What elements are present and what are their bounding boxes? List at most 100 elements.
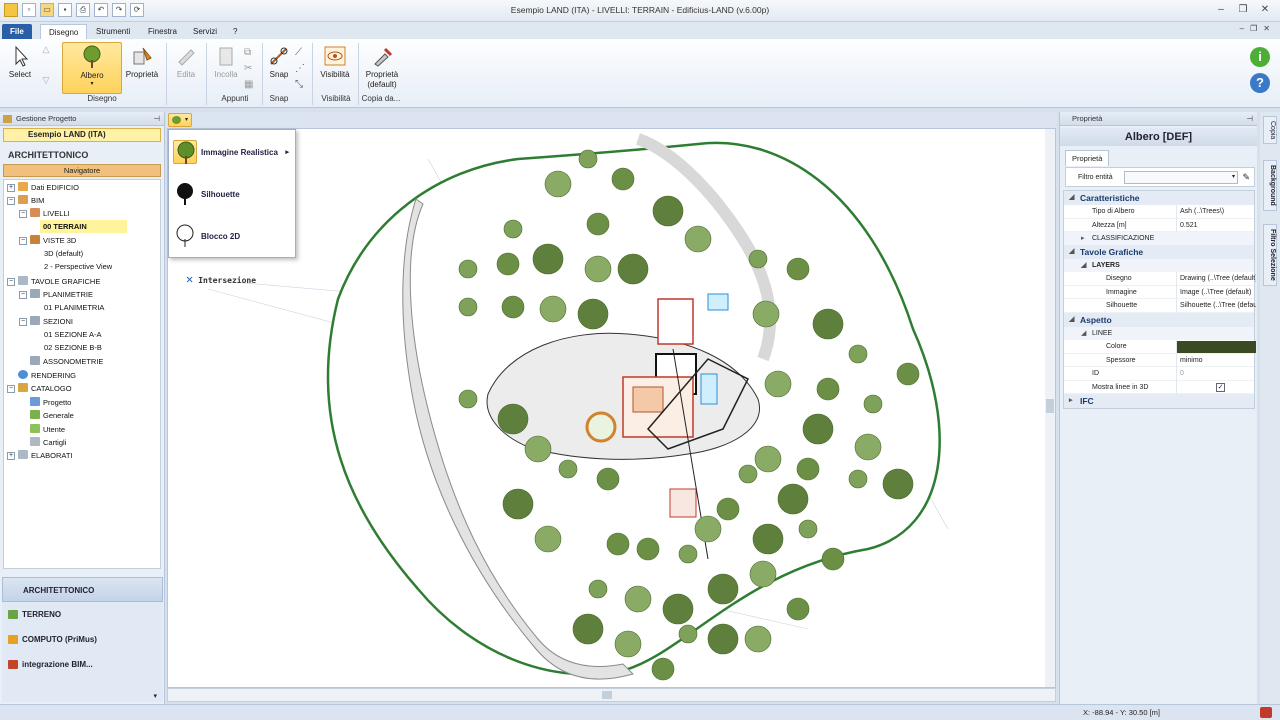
side-tab-copia[interactable]: Copia <box>1263 116 1277 145</box>
menu-item-immagine-realistica[interactable]: Immagine Realistica ▸ <box>169 132 295 172</box>
tree-symbol[interactable] <box>694 515 722 543</box>
tree-symbol[interactable] <box>764 370 792 398</box>
tree-symbol[interactable] <box>777 483 809 515</box>
tree-item-sezione-b[interactable]: 02 SEZIONE B-B <box>44 341 102 354</box>
property-immagine[interactable]: Immagine Image (..\Tree (default) <box>1064 285 1256 300</box>
category-ifc[interactable]: ▸ IFC <box>1064 394 1254 409</box>
info-icon[interactable]: i <box>1250 47 1270 67</box>
vscroll-thumb[interactable] <box>1046 399 1054 413</box>
tree-symbol[interactable] <box>502 488 534 520</box>
tree-symbol[interactable] <box>503 219 523 239</box>
tree-symbol[interactable] <box>716 497 740 521</box>
tree-symbol[interactable] <box>854 433 882 461</box>
tree-item-sezione-a[interactable]: 01 SEZIONE A-A <box>44 328 102 341</box>
tree-symbol[interactable] <box>684 225 712 253</box>
tree-symbol[interactable] <box>577 298 609 330</box>
category-tavole-grafiche[interactable]: ◢ Tavole Grafiche <box>1064 245 1254 260</box>
expand-icon[interactable]: + <box>7 184 15 192</box>
property-disegno[interactable]: Disegno Drawing (..\Tree (default) <box>1064 272 1256 286</box>
status-app-icon[interactable] <box>1260 707 1272 718</box>
tree-symbol[interactable] <box>611 167 635 191</box>
ribbon-restore-icon[interactable]: ❐ <box>1250 24 1257 33</box>
tree-symbol[interactable] <box>606 532 630 556</box>
filter-select[interactable]: ▾ <box>1124 171 1238 184</box>
tree-symbol[interactable] <box>662 593 694 625</box>
vertical-scrollbar[interactable] <box>1045 129 1055 687</box>
tree-symbol[interactable] <box>882 468 914 500</box>
collapse-icon[interactable]: − <box>7 278 15 286</box>
tab-finestra[interactable]: Finestra <box>140 24 185 39</box>
subcategory-linee[interactable]: ◢ LINEE <box>1064 326 1254 340</box>
checkbox[interactable]: ✓ <box>1176 380 1256 395</box>
tab-disegno[interactable]: Disegno <box>40 24 88 39</box>
tree-symbol[interactable] <box>748 249 768 269</box>
help-icon[interactable]: ? <box>1250 73 1270 93</box>
tree-symbol[interactable] <box>588 579 608 599</box>
hscroll-thumb[interactable] <box>602 691 612 699</box>
subcategory-classificazione[interactable]: ▸ CLASSIFICAZIONE <box>1064 232 1254 246</box>
minimize-button[interactable]: – <box>1212 3 1230 17</box>
color-swatch[interactable] <box>1176 340 1256 353</box>
tree-symbol[interactable] <box>802 413 834 445</box>
subcategory-layers[interactable]: ◢ LAYERS <box>1064 259 1254 273</box>
project-button[interactable]: Esempio LAND (ITA) <box>3 128 161 142</box>
collapse-icon[interactable]: − <box>19 237 27 245</box>
property-value[interactable]: Image (..\Tree (default) <box>1176 285 1256 300</box>
tree-symbol[interactable] <box>596 467 620 491</box>
pin-icon[interactable]: ⊣ <box>153 112 160 126</box>
property-altezza[interactable]: Altezza [m] 0.521 <box>1064 218 1256 233</box>
category-aspetto[interactable]: ◢ Aspetto <box>1064 312 1254 327</box>
tree-item-cartigli[interactable]: Cartigli <box>30 436 66 449</box>
select-button[interactable]: Select <box>4 42 36 79</box>
tree-symbol[interactable] <box>749 560 777 588</box>
tree-symbol[interactable] <box>678 624 698 644</box>
property-value[interactable]: Ash (..\Trees\) <box>1176 205 1256 219</box>
tree-symbol[interactable] <box>896 362 920 386</box>
tree-symbol[interactable] <box>821 547 845 571</box>
tree-symbol[interactable] <box>744 625 772 653</box>
tree-symbol[interactable] <box>558 459 578 479</box>
module-terreno[interactable]: TERRENO <box>2 602 163 627</box>
tree-symbol[interactable] <box>501 295 525 319</box>
property-value[interactable]: 0.521 <box>1176 218 1256 233</box>
tree-item-viste-3d[interactable]: VISTE 3D <box>30 234 76 247</box>
tree-symbol[interactable] <box>496 252 520 276</box>
tab-proprieta[interactable]: Proprietà <box>1065 150 1110 166</box>
tree-item-00-terrain[interactable]: 00 TERRAIN <box>40 220 127 233</box>
tree-symbol[interactable] <box>584 255 612 283</box>
visibilita-button[interactable]: Visibilità <box>318 42 352 79</box>
tree-item-rendering[interactable]: RENDERING <box>18 369 76 382</box>
property-tipo-albero[interactable]: Tipo di Albero Ash (..\Trees\) <box>1064 205 1254 219</box>
tab-strumenti[interactable]: Strumenti <box>88 24 138 39</box>
tree-symbol[interactable] <box>816 377 840 401</box>
property-value[interactable]: Silhouette (..\Tree (default) <box>1176 299 1256 313</box>
tree-item-generale[interactable]: Generale <box>30 409 74 422</box>
tree-symbol[interactable] <box>798 519 818 539</box>
side-tab-background[interactable]: Background <box>1263 160 1277 211</box>
tree-symbol[interactable] <box>812 308 844 340</box>
tree-symbol[interactable] <box>624 585 652 613</box>
tree-symbol[interactable] <box>458 389 478 409</box>
tree-symbol[interactable] <box>524 435 552 463</box>
albero-button[interactable]: Albero ▾ <box>62 42 122 94</box>
tree-item-catalogo[interactable]: CATALOGO <box>18 382 72 395</box>
tree-symbol[interactable] <box>786 257 810 281</box>
property-silhouette[interactable]: Silhouette Silhouette (..\Tree (default) <box>1064 299 1256 313</box>
tree-symbol[interactable] <box>752 300 780 328</box>
tree-symbol[interactable] <box>678 544 698 564</box>
tree-item-perspective-view[interactable]: 2 - Perspective View <box>44 260 112 273</box>
tree-symbol[interactable] <box>848 344 868 364</box>
horizontal-scrollbar[interactable] <box>167 688 1056 702</box>
navigator-header[interactable]: Navigatore <box>3 164 161 177</box>
collapse-icon[interactable]: − <box>19 318 27 326</box>
collapse-icon[interactable]: − <box>19 291 27 299</box>
tab-servizi[interactable]: Servizi <box>185 24 225 39</box>
tree-symbol[interactable] <box>651 657 675 681</box>
proprieta-default-button[interactable]: Proprietà (default) <box>362 42 402 90</box>
tree-style-dropdown[interactable]: ▾ <box>168 113 192 127</box>
tree-item-tavole-grafiche[interactable]: TAVOLE GRAFICHE <box>18 275 100 288</box>
tree-item-elaborati[interactable]: ELABORATI <box>18 449 73 462</box>
collapse-icon[interactable]: − <box>7 197 15 205</box>
property-spessore[interactable]: Spessore minimo <box>1064 353 1254 368</box>
tree-symbol[interactable] <box>586 212 610 236</box>
